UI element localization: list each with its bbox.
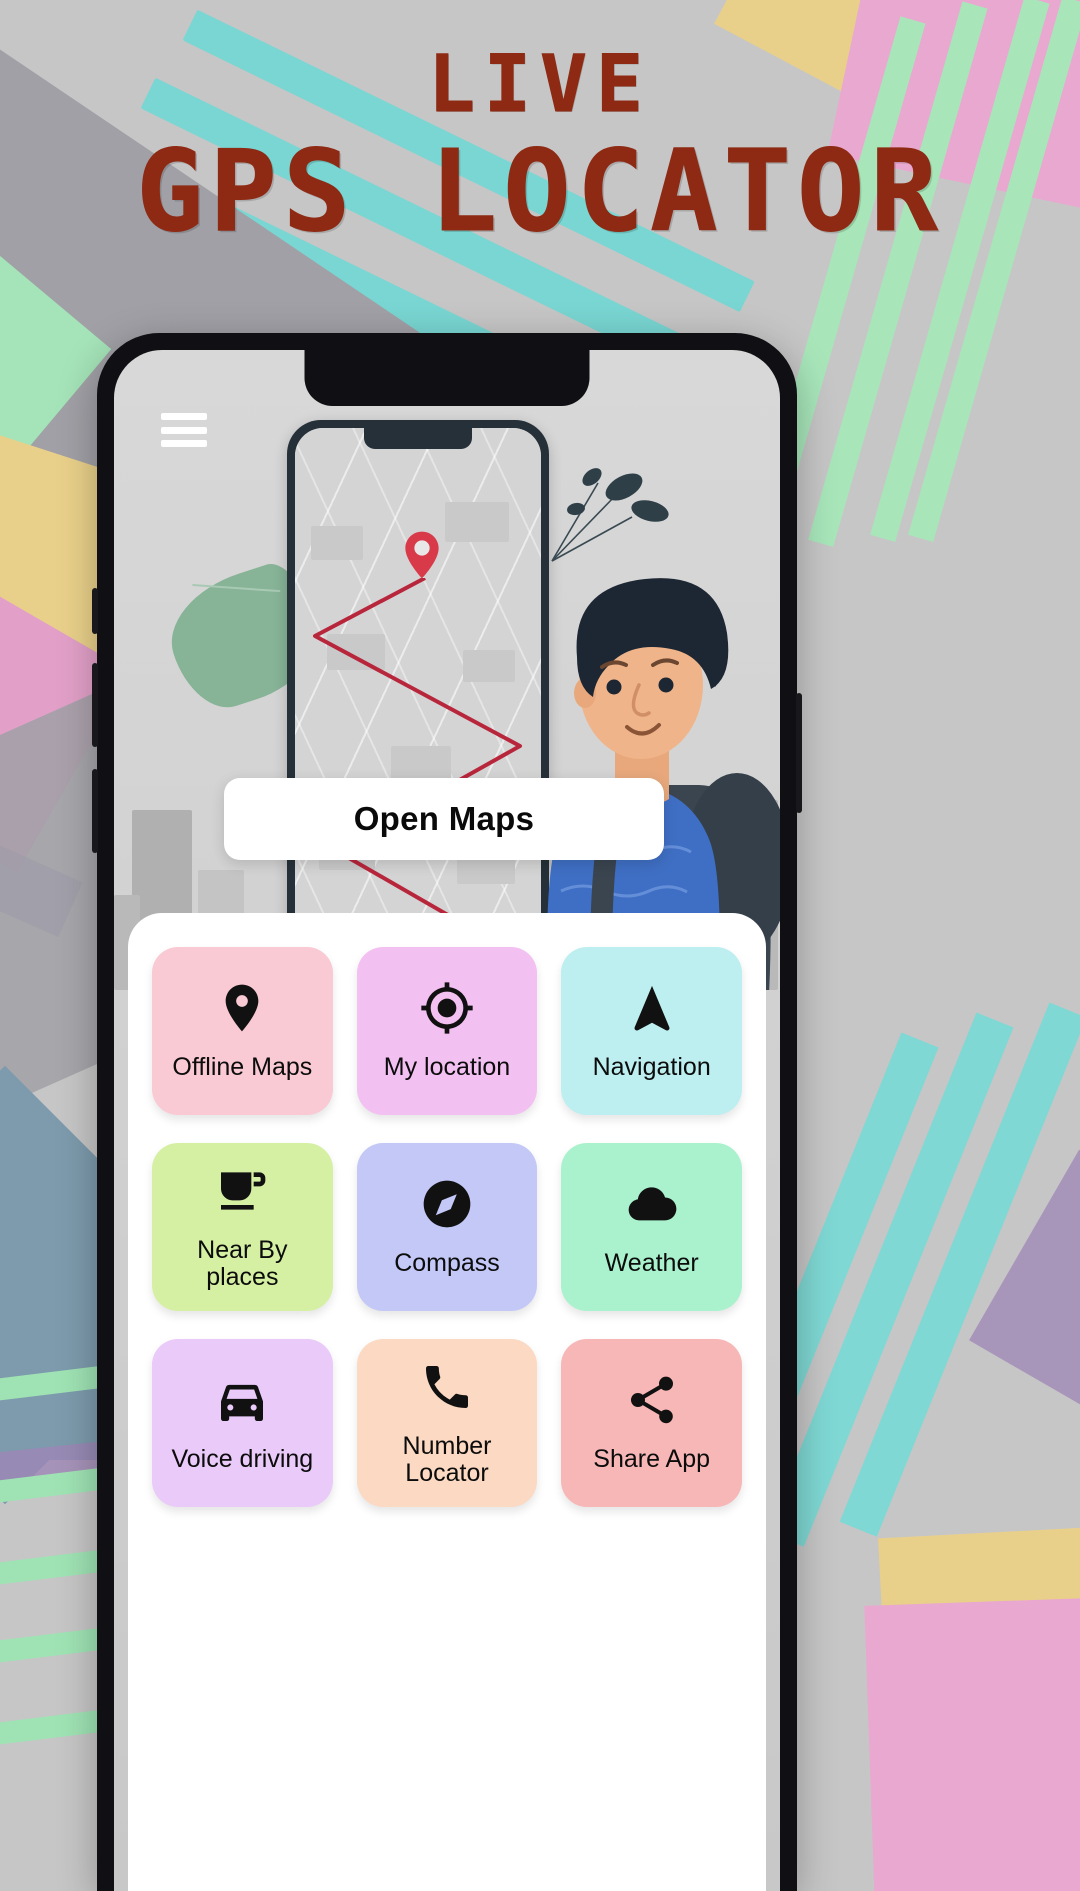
phone-screen: Open Maps Offline Maps My location Navig… bbox=[114, 350, 780, 1891]
page-title: LIVE GPS LOCATOR bbox=[0, 40, 1080, 258]
map-pin-icon bbox=[395, 528, 449, 582]
app-store-promo-screenshot: LIVE GPS LOCATOR Open Maps Offline Maps … bbox=[0, 0, 1080, 1891]
inner-phone-notch bbox=[364, 428, 472, 449]
tile-navigation[interactable]: Navigation bbox=[561, 947, 742, 1115]
hamburger-menu-icon[interactable] bbox=[161, 413, 207, 447]
tile-offline-maps[interactable]: Offline Maps bbox=[152, 947, 333, 1115]
tile-label: My location bbox=[383, 1053, 511, 1082]
tile-label: Navigation bbox=[592, 1053, 711, 1082]
title-line-2: GPS LOCATOR bbox=[136, 127, 944, 258]
map-pin-icon bbox=[214, 980, 270, 1036]
device-button-power[interactable] bbox=[796, 693, 802, 813]
feature-panel: Offline Maps My location Navigation Near… bbox=[128, 913, 766, 1891]
tile-share-app[interactable]: Share App bbox=[561, 1339, 742, 1507]
tile-label: Offline Maps bbox=[172, 1053, 313, 1082]
crosshair-icon bbox=[419, 980, 475, 1036]
coffee-cup-icon bbox=[214, 1163, 270, 1219]
hamburger-bar bbox=[161, 413, 207, 420]
tile-label: Number Locator bbox=[402, 1431, 492, 1487]
phone-icon bbox=[419, 1359, 475, 1415]
bg-quad-pink bbox=[864, 1594, 1080, 1891]
hamburger-bar bbox=[161, 440, 207, 447]
device-button-mute[interactable] bbox=[92, 588, 98, 634]
feature-grid: Offline Maps My location Navigation Near… bbox=[152, 947, 742, 1507]
share-icon bbox=[624, 1372, 680, 1428]
title-line-1: LIVE bbox=[428, 40, 652, 130]
open-maps-label: Open Maps bbox=[353, 800, 535, 837]
device-notch bbox=[304, 350, 590, 406]
cloud-icon bbox=[624, 1176, 680, 1232]
arrow-up-icon bbox=[624, 980, 680, 1036]
tile-voice-driving[interactable]: Voice driving bbox=[152, 1339, 333, 1507]
device-button-volume-down[interactable] bbox=[92, 769, 98, 853]
tile-label: Compass bbox=[394, 1249, 500, 1278]
tile-label: Weather bbox=[604, 1249, 699, 1278]
phone-device-frame: Open Maps Offline Maps My location Navig… bbox=[92, 333, 802, 1891]
open-maps-button[interactable]: Open Maps bbox=[224, 778, 664, 860]
car-icon bbox=[214, 1372, 270, 1428]
tile-label: Voice driving bbox=[171, 1445, 314, 1474]
device-button-volume-up[interactable] bbox=[92, 663, 98, 747]
bg-quad-blue bbox=[0, 1240, 110, 1460]
tile-compass[interactable]: Compass bbox=[356, 1143, 538, 1311]
tile-weather[interactable]: Weather bbox=[561, 1143, 742, 1311]
tile-my-location[interactable]: My location bbox=[356, 947, 538, 1115]
tile-label: Near By places bbox=[197, 1235, 288, 1291]
tile-number-locator[interactable]: Number Locator bbox=[356, 1339, 538, 1507]
tile-near-by-places[interactable]: Near By places bbox=[152, 1143, 333, 1311]
compass-icon bbox=[419, 1176, 475, 1232]
hero-illustration bbox=[114, 350, 780, 990]
tile-label: Share App bbox=[593, 1445, 711, 1474]
hamburger-bar bbox=[161, 426, 207, 434]
